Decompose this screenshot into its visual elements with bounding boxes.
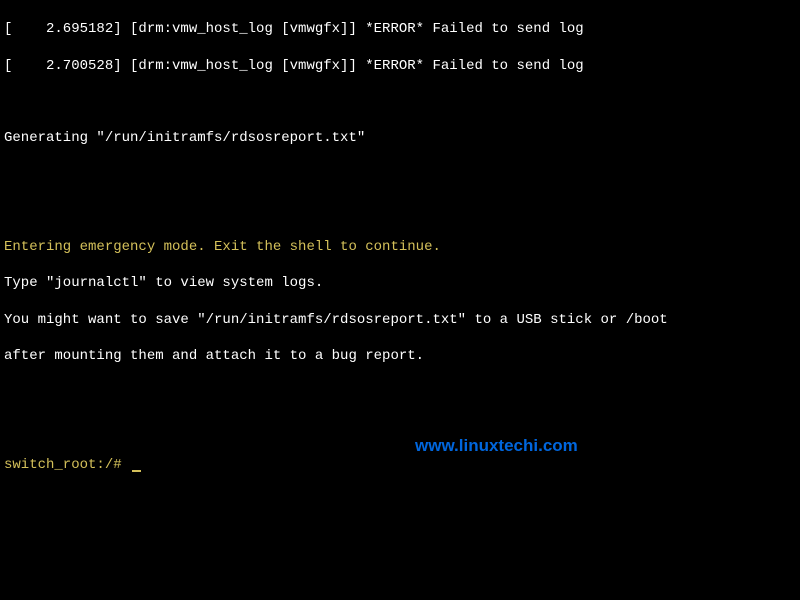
generating-line: Generating "/run/initramfs/rdsosreport.t… bbox=[4, 129, 796, 147]
kernel-log-line: [ 2.695182] [drm:vmw_host_log [vmwgfx]] … bbox=[4, 20, 796, 38]
blank-line bbox=[4, 166, 796, 184]
terminal-output[interactable]: [ 2.695182] [drm:vmw_host_log [vmwgfx]] … bbox=[0, 0, 800, 494]
watermark-text: www.linuxtechi.com bbox=[415, 435, 578, 457]
blank-line bbox=[4, 202, 796, 220]
kernel-log-line: [ 2.700528] [drm:vmw_host_log [vmwgfx]] … bbox=[4, 57, 796, 75]
blank-line bbox=[4, 420, 796, 438]
save-hint-line: You might want to save "/run/initramfs/r… bbox=[4, 311, 796, 329]
shell-prompt: switch_root:/# bbox=[4, 457, 130, 473]
blank-line bbox=[4, 93, 796, 111]
blank-line bbox=[4, 383, 796, 401]
shell-prompt-line[interactable]: switch_root:/# bbox=[4, 456, 796, 474]
bug-report-line: after mounting them and attach it to a b… bbox=[4, 347, 796, 365]
journalctl-hint-line: Type "journalctl" to view system logs. bbox=[4, 274, 796, 292]
cursor-icon bbox=[132, 470, 141, 472]
emergency-mode-line: Entering emergency mode. Exit the shell … bbox=[4, 238, 796, 256]
